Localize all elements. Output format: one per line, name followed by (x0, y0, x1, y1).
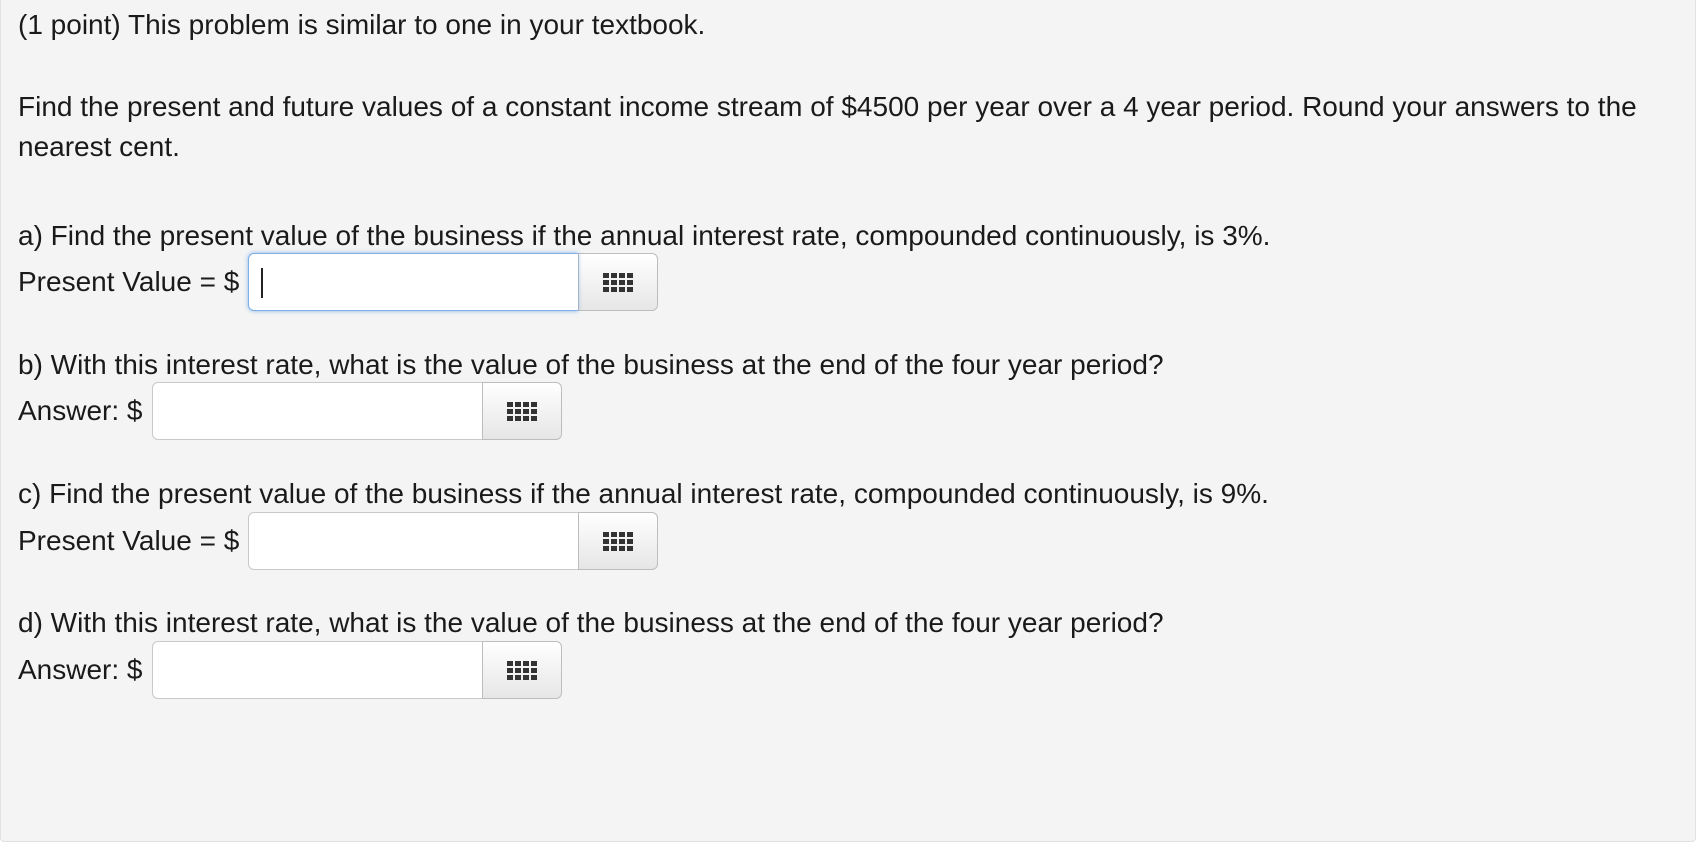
part-c-answer-row: Present Value = $ (18, 512, 659, 570)
problem-intro: Find the present and future values of a … (18, 91, 1637, 162)
grid-icon (603, 531, 634, 551)
part-a-answer-input[interactable] (248, 253, 579, 311)
part-a-input-group (248, 253, 659, 311)
part-d-question: d) With this interest rate, what is the … (18, 607, 1164, 638)
part-c-question: c) Find the present value of the busines… (18, 478, 1269, 509)
part-b-input-group (151, 382, 562, 440)
part-a-answer-row: Present Value = $ (18, 253, 659, 311)
part-d-label: Answer: $ (18, 654, 143, 685)
part-a-question: a) Find the present value of the busines… (18, 220, 1271, 251)
part-d-answer-row: Answer: $ (18, 641, 562, 699)
part-b-equation-editor-button[interactable] (481, 382, 562, 440)
part-c-input-group (248, 512, 659, 570)
part-d-answer-input[interactable] (151, 641, 482, 699)
part-c-equation-editor-button[interactable] (578, 512, 659, 570)
part-c-label: Present Value = $ (18, 525, 240, 556)
part-b-label: Answer: $ (18, 395, 143, 426)
part-d-input-group (151, 641, 562, 699)
part-b-answer-input[interactable] (151, 382, 482, 440)
part-d-equation-editor-button[interactable] (481, 641, 562, 699)
problem-panel: (1 point) This problem is similar to one… (0, 0, 1696, 842)
part-b-answer-row: Answer: $ (18, 382, 562, 440)
part-b-question: b) With this interest rate, what is the … (18, 349, 1164, 380)
grid-icon (506, 660, 537, 680)
part-a-equation-editor-button[interactable] (578, 253, 659, 311)
grid-icon (603, 272, 634, 292)
part-a-label: Present Value = $ (18, 266, 240, 297)
grid-icon (506, 401, 537, 421)
text-caret (261, 268, 264, 298)
problem-header: (1 point) This problem is similar to one… (18, 9, 706, 40)
part-c-answer-input[interactable] (248, 512, 579, 570)
